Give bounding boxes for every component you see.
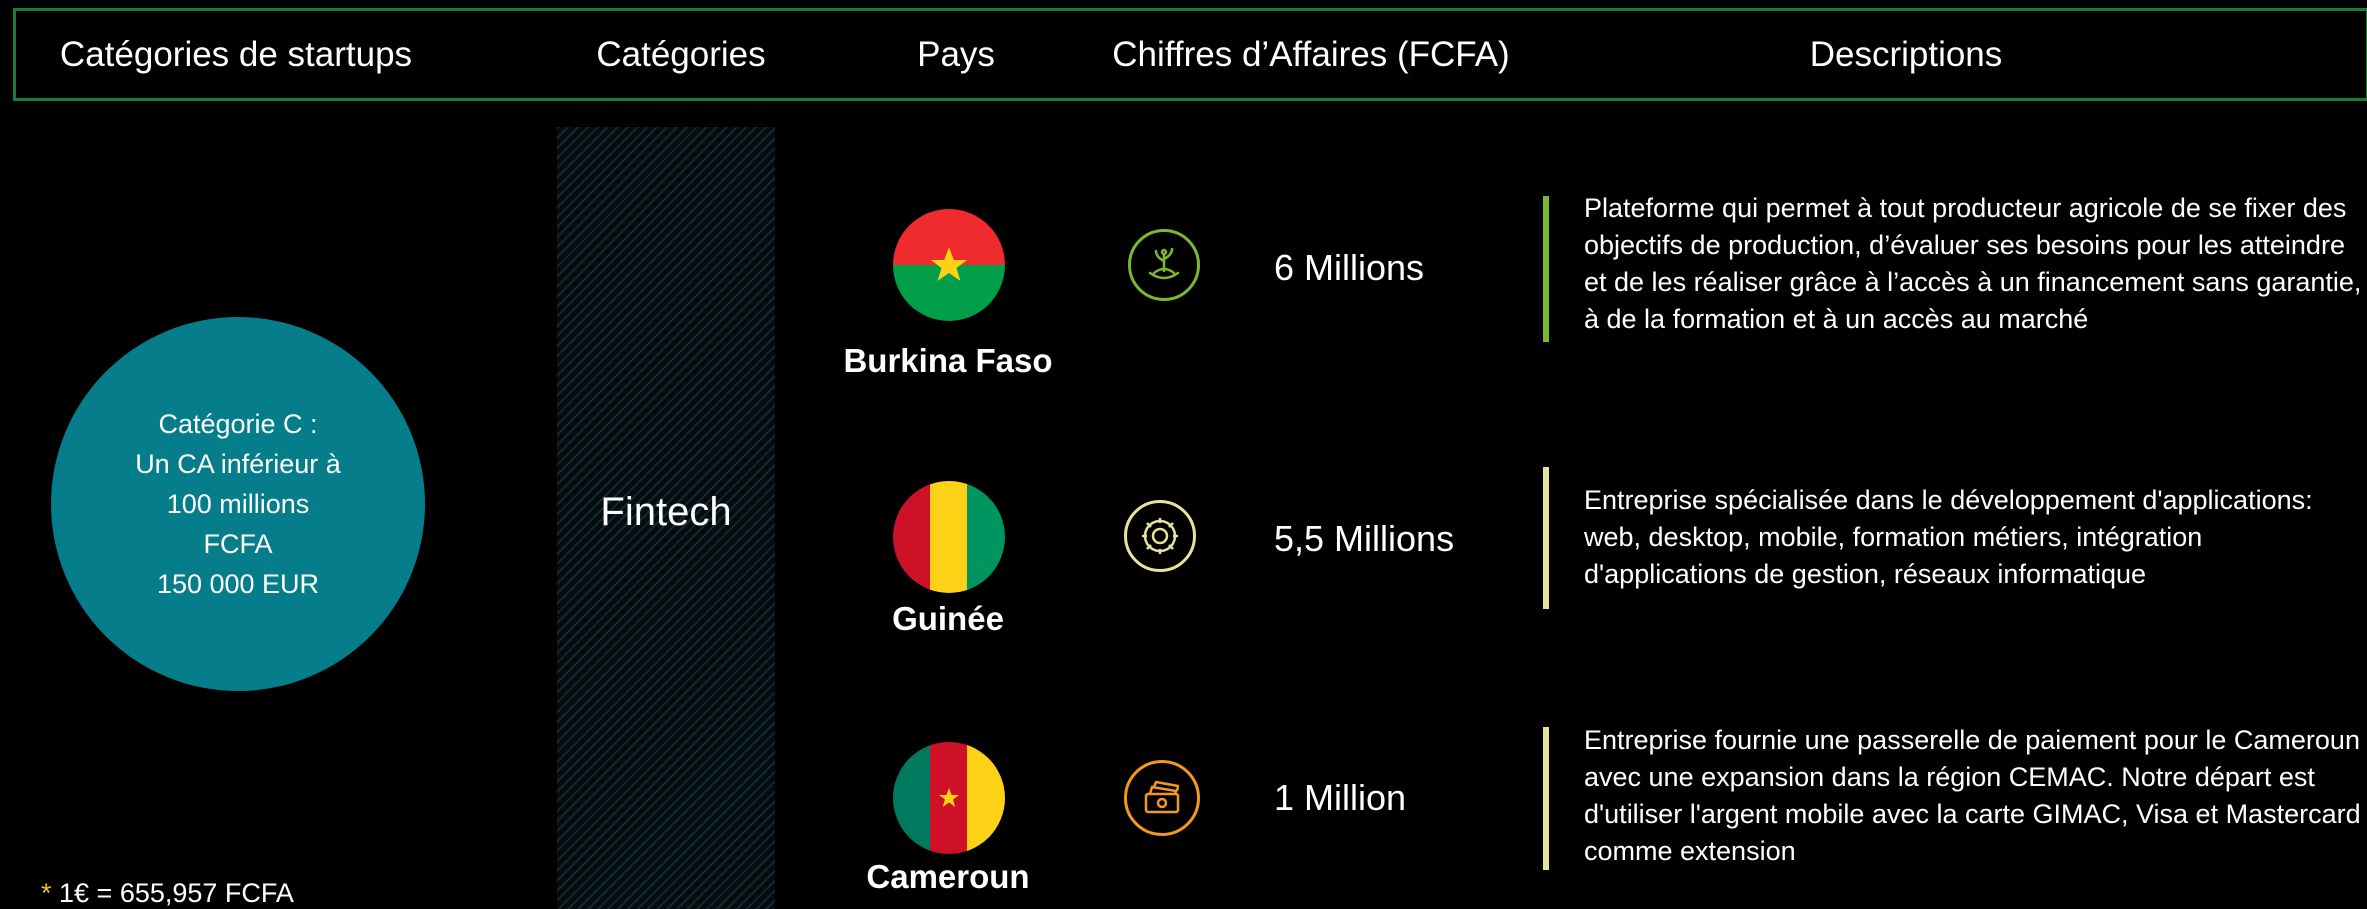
- revenue-amount: 1 Million: [1274, 777, 1407, 818]
- software-gear-icon: [1124, 500, 1196, 572]
- burkina-faso-flag: [893, 209, 1005, 321]
- country-name: Cameroun: [866, 858, 1030, 895]
- table-header: Catégories de startups Catégories Pays C…: [13, 8, 2367, 101]
- category-threshold-line: Un CA inférieur à: [135, 449, 341, 479]
- header-descriptions: Descriptions: [1809, 34, 2003, 74]
- footnote-text: 1€ = 655,957 FCFA: [51, 878, 294, 908]
- description-bar: [1543, 196, 1549, 342]
- guinea-flag: [893, 481, 1005, 593]
- revenue-amount: 5,5 Millions: [1274, 518, 1455, 559]
- footnote-star: *: [41, 878, 52, 908]
- agriculture-plant-icon: [1128, 229, 1200, 301]
- category-threshold-amount: 100 millions: [166, 489, 310, 519]
- description-bar: [1543, 467, 1549, 609]
- revenue-amount: 6 Millions: [1274, 247, 1425, 288]
- country-name: Guinée: [892, 600, 1004, 637]
- country-name: Burkina Faso: [843, 342, 1053, 379]
- category-threshold-currency: FCFA: [203, 529, 273, 559]
- startup-description: Plateforme qui permet à tout producteur …: [1584, 193, 2362, 334]
- startup-description: Entreprise spécialisée dans le développe…: [1584, 485, 2313, 589]
- sector-label: Fintech: [600, 490, 732, 534]
- exchange-rate-footnote: * 1€ = 655,957 FCFA: [41, 878, 294, 909]
- money-payment-icon: [1124, 760, 1200, 836]
- header-revenue: Chiffres d’Affaires (FCFA): [1112, 34, 1510, 74]
- category-circle-text: Catégorie C : Un CA inférieur à 100 mill…: [135, 404, 341, 604]
- category-threshold-eur: 150 000 EUR: [156, 569, 320, 599]
- category-circle: Catégorie C : Un CA inférieur à 100 mill…: [51, 317, 425, 691]
- description-bar: [1543, 727, 1549, 870]
- cameroon-flag: [893, 742, 1005, 854]
- header-country: Pays: [917, 34, 995, 74]
- startup-description: Entreprise fournie une passerelle de pai…: [1584, 725, 2361, 866]
- header-startup-categories: Catégories de startups: [59, 34, 413, 74]
- category-label: Catégorie C :: [158, 409, 318, 439]
- header-categories: Catégories: [596, 34, 766, 74]
